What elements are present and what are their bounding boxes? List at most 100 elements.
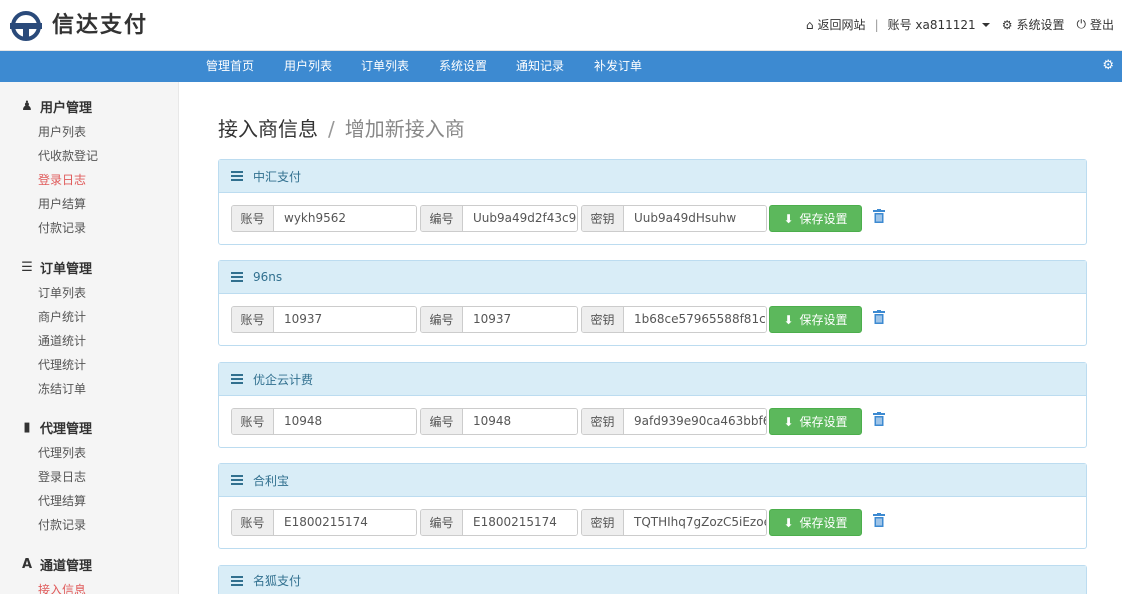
logout-label: 登出: [1089, 18, 1114, 32]
number-addon: 编号: [421, 307, 463, 332]
number-input-group: 编号 Uub9a49d2f43c9e: [420, 205, 578, 232]
power-icon: ⏻: [1076, 17, 1086, 31]
back-label: 返回网站: [817, 18, 866, 32]
nav-item-resend-orders[interactable]: 补发订单: [594, 51, 642, 82]
sidebar-item-access-info[interactable]: 接入信息: [0, 578, 179, 594]
number-input-group: 编号 10948: [420, 408, 578, 435]
key-field[interactable]: Uub9a49dHsuhw: [624, 206, 766, 231]
key-input-group: 密钥 TQTHIhq7gZozC5iEzoe: [581, 509, 767, 536]
sidebar-item-frozen-orders[interactable]: 冻结订单: [0, 377, 179, 401]
sidebar-item-agent-login-log[interactable]: 登录日志: [0, 465, 179, 489]
account-dropdown[interactable]: 账号 xa811121: [888, 16, 990, 33]
trash-icon[interactable]: [873, 513, 885, 527]
key-field[interactable]: 1b68ce57965588f81cca: [624, 307, 766, 332]
nav-item-order-list[interactable]: 订单列表: [361, 51, 409, 82]
number-field[interactable]: Uub9a49d2f43c9e: [463, 206, 577, 231]
key-addon: 密钥: [582, 206, 624, 231]
title-separator: /: [328, 117, 335, 141]
file-icon: ▮: [23, 419, 31, 435]
logout-link[interactable]: ⏻ 登出: [1076, 16, 1114, 33]
provider-name: 名狐支付: [253, 574, 302, 588]
nav-item-system-settings[interactable]: 系统设置: [439, 51, 487, 82]
sidebar-item-order-list[interactable]: 订单列表: [0, 281, 179, 305]
sidebar-item-user-settlement[interactable]: 用户结算: [0, 192, 179, 216]
logo-mark-icon: [10, 11, 42, 41]
save-settings-button[interactable]: ⬇ 保存设置: [769, 509, 862, 536]
account-addon: 账号: [232, 206, 274, 231]
sidebar-item-login-log[interactable]: 登录日志: [0, 168, 179, 192]
trash-icon[interactable]: [873, 209, 885, 223]
gear-icon: ⚙: [1001, 17, 1013, 32]
account-addon: 账号: [232, 510, 274, 535]
sidebar-item-channel-stats[interactable]: 通道统计: [0, 329, 179, 353]
sidebar-group-channels: A 通道管理 接入信息: [0, 554, 179, 594]
panel-body: 账号 wykh9562 编号 Uub9a49d2f43c9e 密钥 Uub9a4…: [219, 193, 1086, 245]
account-field[interactable]: 10948: [274, 409, 416, 434]
sidebar-group-users: ♟ 用户管理 用户列表 代收款登记 登录日志 用户结算 付款记录: [0, 96, 179, 240]
top-header: 信达支付 ⌂ 返回网站 | 账号 xa811121 ⚙ 系统设置 ⏻ 登出: [0, 0, 1122, 51]
panel-body: 账号 E1800215174 编号 E1800215174 密钥 TQTHIhq…: [219, 497, 1086, 549]
top-right-menu: ⌂ 返回网站 | 账号 xa811121 ⚙ 系统设置 ⏻ 登出: [806, 16, 1114, 33]
sidebar: ♟ 用户管理 用户列表 代收款登记 登录日志 用户结算 付款记录 ☰ 订单管理 …: [0, 82, 179, 594]
system-settings-link[interactable]: ⚙ 系统设置: [1002, 16, 1065, 33]
sidebar-item-agent-stats[interactable]: 代理统计: [0, 353, 179, 377]
account-input-group: 账号 E1800215174: [231, 509, 417, 536]
number-field[interactable]: E1800215174: [463, 510, 577, 535]
number-field[interactable]: 10937: [463, 307, 577, 332]
nav-item-notify-records[interactable]: 通知记录: [516, 51, 564, 82]
font-icon: A: [21, 556, 33, 572]
account-field[interactable]: E1800215174: [274, 510, 416, 535]
provider-name: 优企云计费: [253, 372, 314, 387]
number-field[interactable]: 10948: [463, 409, 577, 434]
panel-heading: 中汇支付: [219, 160, 1086, 193]
account-label: 账号 xa811121: [887, 18, 976, 32]
list-icon: [231, 171, 243, 181]
panel-body: 账号 10948 编号 10948 密钥 9afd939e90ca463bbf6…: [219, 396, 1086, 448]
list-icon: [231, 575, 243, 586]
number-addon: 编号: [421, 510, 463, 535]
key-field[interactable]: TQTHIhq7gZozC5iEzoe: [624, 510, 766, 535]
navbar-gear-icon[interactable]: ⚙: [1102, 58, 1114, 73]
provider-name: 96ns: [253, 270, 283, 284]
logo[interactable]: 信达支付: [8, 11, 148, 41]
key-field[interactable]: 9afd939e90ca463bbf6(: [624, 409, 766, 434]
sidebar-item-user-list[interactable]: 用户列表: [0, 120, 179, 144]
sidebar-item-merchant-stats[interactable]: 商户统计: [0, 305, 179, 329]
sidebar-item-payment-records[interactable]: 付款记录: [0, 216, 179, 240]
separator: |: [874, 17, 879, 32]
sidebar-item-agent-settlement[interactable]: 代理结算: [0, 489, 179, 513]
sidebar-item-agent-list[interactable]: 代理列表: [0, 441, 179, 465]
home-icon: ⌂: [805, 17, 814, 32]
download-icon: ⬇: [783, 312, 794, 327]
provider-panel: 合利宝 账号 E1800215174 编号 E1800215174 密钥 TQT…: [218, 463, 1087, 549]
account-addon: 账号: [232, 409, 274, 434]
download-icon: ⬇: [783, 515, 794, 530]
back-to-site-link[interactable]: ⌂ 返回网站: [806, 16, 866, 33]
save-settings-button[interactable]: ⬇ 保存设置: [769, 306, 862, 333]
provider-panel: 中汇支付 账号 wykh9562 编号 Uub9a49d2f43c9e 密钥 U…: [218, 159, 1087, 245]
account-field[interactable]: 10937: [274, 307, 416, 332]
provider-panel: 优企云计费 账号 10948 编号 10948 密钥 9afd939e90ca4…: [218, 362, 1087, 448]
save-settings-button[interactable]: ⬇ 保存设置: [769, 205, 862, 232]
user-icon: ♟: [21, 98, 33, 114]
list-icon: [231, 475, 243, 485]
save-settings-button[interactable]: ⬇ 保存设置: [769, 408, 862, 435]
sidebar-group-agents: ▮ 代理管理 代理列表 登录日志 代理结算 付款记录: [0, 417, 179, 537]
trash-icon[interactable]: [873, 412, 885, 426]
provider-name: 合利宝: [253, 473, 290, 488]
nav-item-user-list[interactable]: 用户列表: [284, 51, 332, 82]
account-input-group: 账号 10937: [231, 306, 417, 333]
sidebar-item-agent-payment-records[interactable]: 付款记录: [0, 513, 179, 537]
sidebar-item-collection-register[interactable]: 代收款登记: [0, 144, 179, 168]
page-title-main: 接入商信息: [218, 117, 318, 141]
trash-icon[interactable]: [873, 310, 885, 324]
sidebar-group-title: A 通道管理: [21, 556, 93, 574]
account-field[interactable]: wykh9562: [274, 206, 416, 231]
sidebar-group-title: ▮ 代理管理: [0, 417, 179, 437]
key-input-group: 密钥 9afd939e90ca463bbf6(: [581, 408, 767, 435]
number-input-group: 编号 10937: [420, 306, 578, 333]
panel-body: 账号 10937 编号 10937 密钥 1b68ce57965588f81cc…: [219, 294, 1086, 346]
add-new-provider-link[interactable]: 增加新接入商: [345, 117, 465, 141]
account-addon: 账号: [232, 307, 274, 332]
nav-item-dashboard[interactable]: 管理首页: [206, 51, 254, 82]
